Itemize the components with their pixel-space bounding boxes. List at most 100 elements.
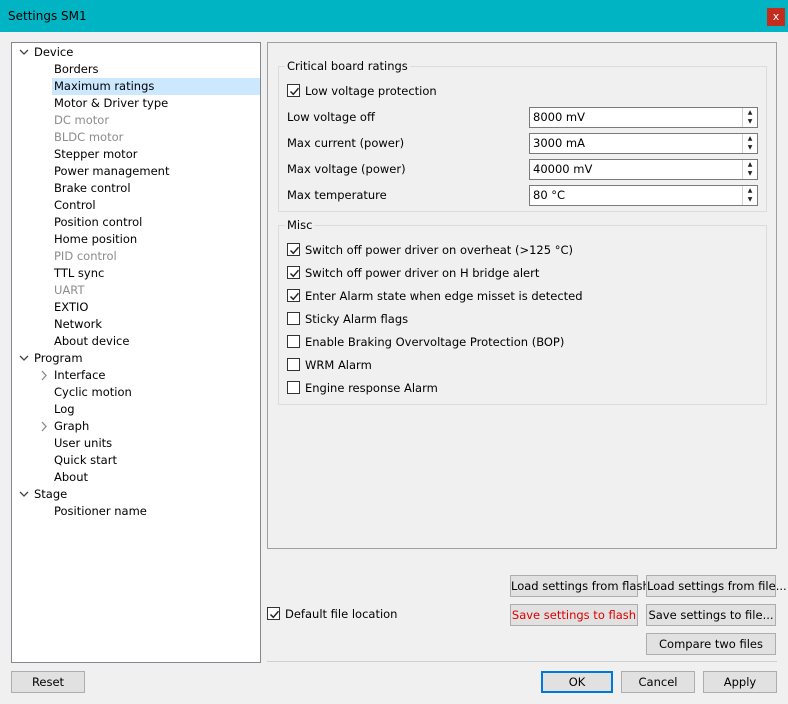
tree-item-label: Program [34,351,83,365]
checkbox-box[interactable] [287,243,300,256]
tree-item-label: About device [54,334,130,348]
save-to-file-button[interactable]: Save settings to file... [646,604,776,626]
chevron-down-icon[interactable] [18,44,30,61]
load-from-flash-button[interactable]: Load settings from flash [510,575,650,597]
close-button[interactable]: x [767,8,785,26]
tree-item-home-position[interactable]: Home position [54,231,137,248]
reset-button[interactable]: Reset [11,671,85,693]
ok-button[interactable]: OK [541,671,613,693]
checkbox-box[interactable] [287,335,300,348]
tree-item-label: User units [54,436,113,450]
tree-item-label: Graph [54,419,90,433]
chevron-down-icon[interactable] [18,486,30,503]
apply-button[interactable]: Apply [703,671,777,693]
spinbox-max-voltage-power[interactable]: 40000 mV ▲ ▼ [529,159,758,180]
settings-tree[interactable]: Device Borders Maximum ratings Motor & Driv… [11,42,261,663]
tree-item-extio[interactable]: EXTIO [54,299,88,316]
checkbox-box[interactable] [267,607,280,620]
spinbox-value[interactable]: 40000 mV [533,160,592,179]
tree-item-label: Quick start [54,453,117,467]
chevron-right-icon[interactable] [38,367,50,384]
tree-item-stage[interactable]: Stage [19,486,68,503]
tree-item-label: Stage [34,487,68,501]
tree-item-label: Interface [54,368,106,382]
misc-option-checkbox[interactable]: WRM Alarm [287,355,372,375]
critical-ratings-group: Critical board ratings Low voltage prote… [278,59,767,212]
tree-item-stepper-motor[interactable]: Stepper motor [54,146,137,163]
tree-item-user-units[interactable]: User units [54,435,112,452]
tree-item-uart[interactable]: UART [54,282,84,299]
misc-option-checkbox[interactable]: Switch off power driver on H bridge aler… [287,263,539,283]
tree-item-control[interactable]: Control [54,197,96,214]
tree-item-quick-start[interactable]: Quick start [54,452,117,469]
spin-up-icon[interactable]: ▲ [743,186,757,195]
spin-down-icon[interactable]: ▼ [743,195,757,204]
default-file-location-checkbox[interactable]: Default file location [267,604,397,624]
checkbox-box[interactable] [287,84,300,97]
misc-option-label: Switch off power driver on H bridge aler… [305,266,540,280]
tree-item-cyclic-motion[interactable]: Cyclic motion [54,384,132,401]
spinbox-buttons: ▲ ▼ [742,160,757,179]
tree-item-maximum-ratings[interactable]: Maximum ratings [52,78,260,95]
spinbox-max-current-power[interactable]: 3000 mA ▲ ▼ [529,133,758,154]
tree-item-borders[interactable]: Borders [54,61,99,78]
tree-item-label: Brake control [54,181,131,195]
low-voltage-protection-checkbox[interactable]: Low voltage protection [287,81,437,101]
tree-item-graph[interactable]: Graph [41,418,90,435]
tree-item-bldc-motor[interactable]: BLDC motor [54,129,123,146]
checkbox-box[interactable] [287,266,300,279]
tree-item-power-management[interactable]: Power management [54,163,169,180]
misc-option-checkbox[interactable]: Switch off power driver on overheat (>12… [287,240,573,260]
spinbox-value[interactable]: 80 °C [533,186,565,205]
tree-item-ttl-sync[interactable]: TTL sync [54,265,104,282]
chevron-right-icon[interactable] [38,418,50,435]
compare-files-button[interactable]: Compare two files [646,633,776,655]
spin-down-icon[interactable]: ▼ [743,117,757,126]
tree-item-label: PID control [54,249,117,263]
spin-down-icon[interactable]: ▼ [743,143,757,152]
chevron-down-icon[interactable] [18,350,30,367]
spinbox-buttons: ▲ ▼ [742,108,757,127]
window-title: Settings SM1 [8,9,87,23]
tree-item-label: DC motor [54,113,110,127]
checkbox-box[interactable] [287,381,300,394]
misc-title: Misc [285,218,315,232]
tree-item-interface[interactable]: Interface [41,367,106,384]
tree-item-brake-control[interactable]: Brake control [54,180,131,197]
tree-item-label: About [54,470,89,484]
checkbox-box[interactable] [287,312,300,325]
checkbox-box[interactable] [287,358,300,371]
tree-item-pid-control[interactable]: PID control [54,248,117,265]
tree-item-device[interactable]: Device [19,44,73,61]
misc-option-checkbox[interactable]: Enter Alarm state when edge misset is de… [287,286,583,306]
tree-item-network[interactable]: Network [54,316,102,333]
spinbox-value[interactable]: 3000 mA [533,134,585,153]
spin-down-icon[interactable]: ▼ [743,169,757,178]
tree-item-about-device[interactable]: About device [54,333,129,350]
spinbox-max-temperature[interactable]: 80 °C ▲ ▼ [529,185,758,206]
spin-up-icon[interactable]: ▲ [743,160,757,169]
misc-group: Misc Switch off power driver on overheat… [278,218,767,405]
tree-item-program[interactable]: Program [19,350,83,367]
misc-option-checkbox[interactable]: Enable Braking Overvoltage Protection (B… [287,332,564,352]
tree-item-position-control[interactable]: Position control [54,214,142,231]
cancel-button[interactable]: Cancel [621,671,695,693]
tree-item-positioner-name[interactable]: Positioner name [54,503,147,520]
save-to-flash-button[interactable]: Save settings to flash [510,604,638,626]
misc-option-checkbox[interactable]: Engine response Alarm [287,378,438,398]
misc-option-checkbox[interactable]: Sticky Alarm flags [287,309,408,329]
checkbox-box[interactable] [287,289,300,302]
tree-item-label: Position control [54,215,143,229]
tree-item-dc-motor[interactable]: DC motor [54,112,109,129]
tree-item-log[interactable]: Log [54,401,75,418]
tree-item-motor-driver-type[interactable]: Motor & Driver type [54,95,168,112]
load-from-file-button[interactable]: Load settings from file... [646,575,787,597]
tree-item-label: Motor & Driver type [54,96,169,110]
tree-item-label: Borders [54,62,99,76]
spinbox-low-voltage-off[interactable]: 8000 mV ▲ ▼ [529,107,758,128]
spin-up-icon[interactable]: ▲ [743,108,757,117]
spinbox-value[interactable]: 8000 mV [533,108,585,127]
title-bar: Settings SM1 x [0,0,788,32]
tree-item-about[interactable]: About [54,469,88,486]
spin-up-icon[interactable]: ▲ [743,134,757,143]
